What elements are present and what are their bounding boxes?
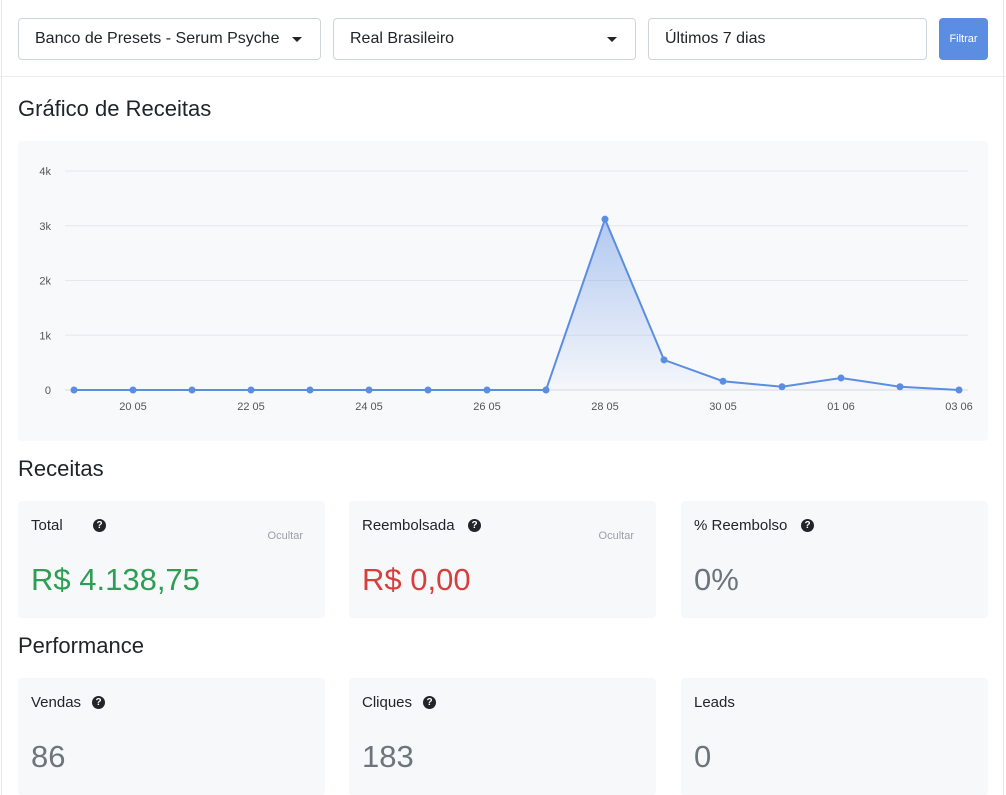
data-point — [955, 386, 963, 394]
data-point — [424, 386, 432, 394]
stat-card-refunded: Reembolsada ? Ocultar R$ 0,00 — [349, 501, 656, 618]
revenue-chart: 0 1k 2k 3k 4k 20 05 22 05 24 05 26 05 28 05 30 05… — [18, 141, 988, 441]
help-icon[interactable]: ? — [423, 696, 436, 709]
stat-value-sales: 86 — [31, 739, 66, 774]
currency-select-value: Real Brasileiro — [350, 30, 455, 47]
stat-card-total: Total ? Ocultar R$ 4.138,75 — [18, 501, 325, 618]
x-tick-label: 01 06 — [827, 401, 855, 413]
y-tick-label: 1k — [39, 330, 51, 342]
stat-card-refund-rate: % Reembolso ? 0% — [681, 501, 988, 618]
chevron-down-icon — [292, 37, 302, 42]
data-point — [896, 383, 904, 391]
currency-select[interactable]: Real Brasileiro — [333, 18, 636, 60]
help-icon[interactable]: ? — [801, 519, 814, 532]
performance-section-title: Performance — [18, 633, 144, 658]
y-tick-label: 3k — [39, 221, 51, 233]
series-line — [74, 216, 960, 391]
revenue-chart-title: Gráfico de Receitas — [18, 96, 212, 121]
help-icon[interactable]: ? — [92, 696, 105, 709]
data-point — [719, 377, 727, 385]
period-input[interactable]: Últimos 7 dias — [648, 18, 927, 60]
stat-value-total: R$ 4.138,75 — [31, 562, 200, 597]
stat-label-total: Total — [31, 517, 63, 534]
stat-card-leads: Leads 0 — [681, 678, 988, 795]
stat-label-clicks: Cliques — [362, 694, 413, 711]
stat-label-refund-rate: % Reembolso — [694, 517, 788, 534]
data-point — [247, 386, 255, 394]
stat-value-leads: 0 — [694, 739, 712, 774]
stat-label-leads: Leads — [694, 694, 735, 711]
x-tick-label: 22 05 — [237, 401, 265, 413]
x-tick-label: 28 05 — [591, 401, 619, 413]
data-point — [837, 374, 845, 382]
data-point — [483, 386, 491, 394]
hide-refunded-link[interactable]: Ocultar — [599, 530, 634, 542]
data-point — [542, 386, 550, 394]
chevron-down-icon — [607, 37, 617, 42]
stat-label-sales: Vendas — [31, 694, 82, 711]
y-tick-label: 4k — [39, 166, 51, 178]
stat-card-sales: Vendas ? 86 — [18, 678, 325, 795]
data-point — [129, 386, 137, 394]
filter-button[interactable]: Filtrar — [939, 18, 988, 60]
data-point — [778, 383, 786, 391]
stat-value-clicks: 183 — [362, 739, 414, 774]
product-select-value: Banco de Presets - Serum Psychedelic — [35, 30, 313, 47]
stat-value-refunded: R$ 0,00 — [362, 562, 471, 597]
data-point — [660, 356, 668, 364]
stat-label-refunded: Reembolsada — [362, 517, 455, 534]
revenue-section-title: Receitas — [18, 456, 104, 481]
data-point — [70, 386, 78, 394]
y-tick-label: 2k — [39, 276, 51, 288]
x-tick-label: 26 05 — [473, 401, 501, 413]
filter-bar: Banco de Presets - Serum Psychedelic Rea… — [0, 0, 1006, 77]
data-point — [306, 386, 314, 394]
stat-card-clicks: Cliques ? 183 — [349, 678, 656, 795]
product-select[interactable]: Banco de Presets - Serum Psychedelic — [18, 18, 321, 60]
x-tick-label: 03 06 — [945, 401, 973, 413]
y-tick-label: 0 — [45, 385, 51, 397]
help-icon[interactable]: ? — [468, 519, 481, 532]
x-tick-label: 30 05 — [709, 401, 737, 413]
stat-value-refund-rate: 0% — [694, 562, 739, 597]
revenue-chart-svg: 0 1k 2k 3k 4k 20 05 22 05 24 05 26 05 28 05 30 05… — [39, 166, 973, 413]
x-tick-label: 20 05 — [119, 401, 147, 413]
hide-total-link[interactable]: Ocultar — [268, 530, 303, 542]
data-point — [601, 215, 609, 223]
series-area — [74, 219, 959, 390]
x-tick-label: 24 05 — [355, 401, 383, 413]
period-input-value: Últimos 7 dias — [665, 30, 766, 47]
data-point — [188, 386, 196, 394]
help-icon[interactable]: ? — [93, 519, 106, 532]
data-point — [365, 386, 373, 394]
